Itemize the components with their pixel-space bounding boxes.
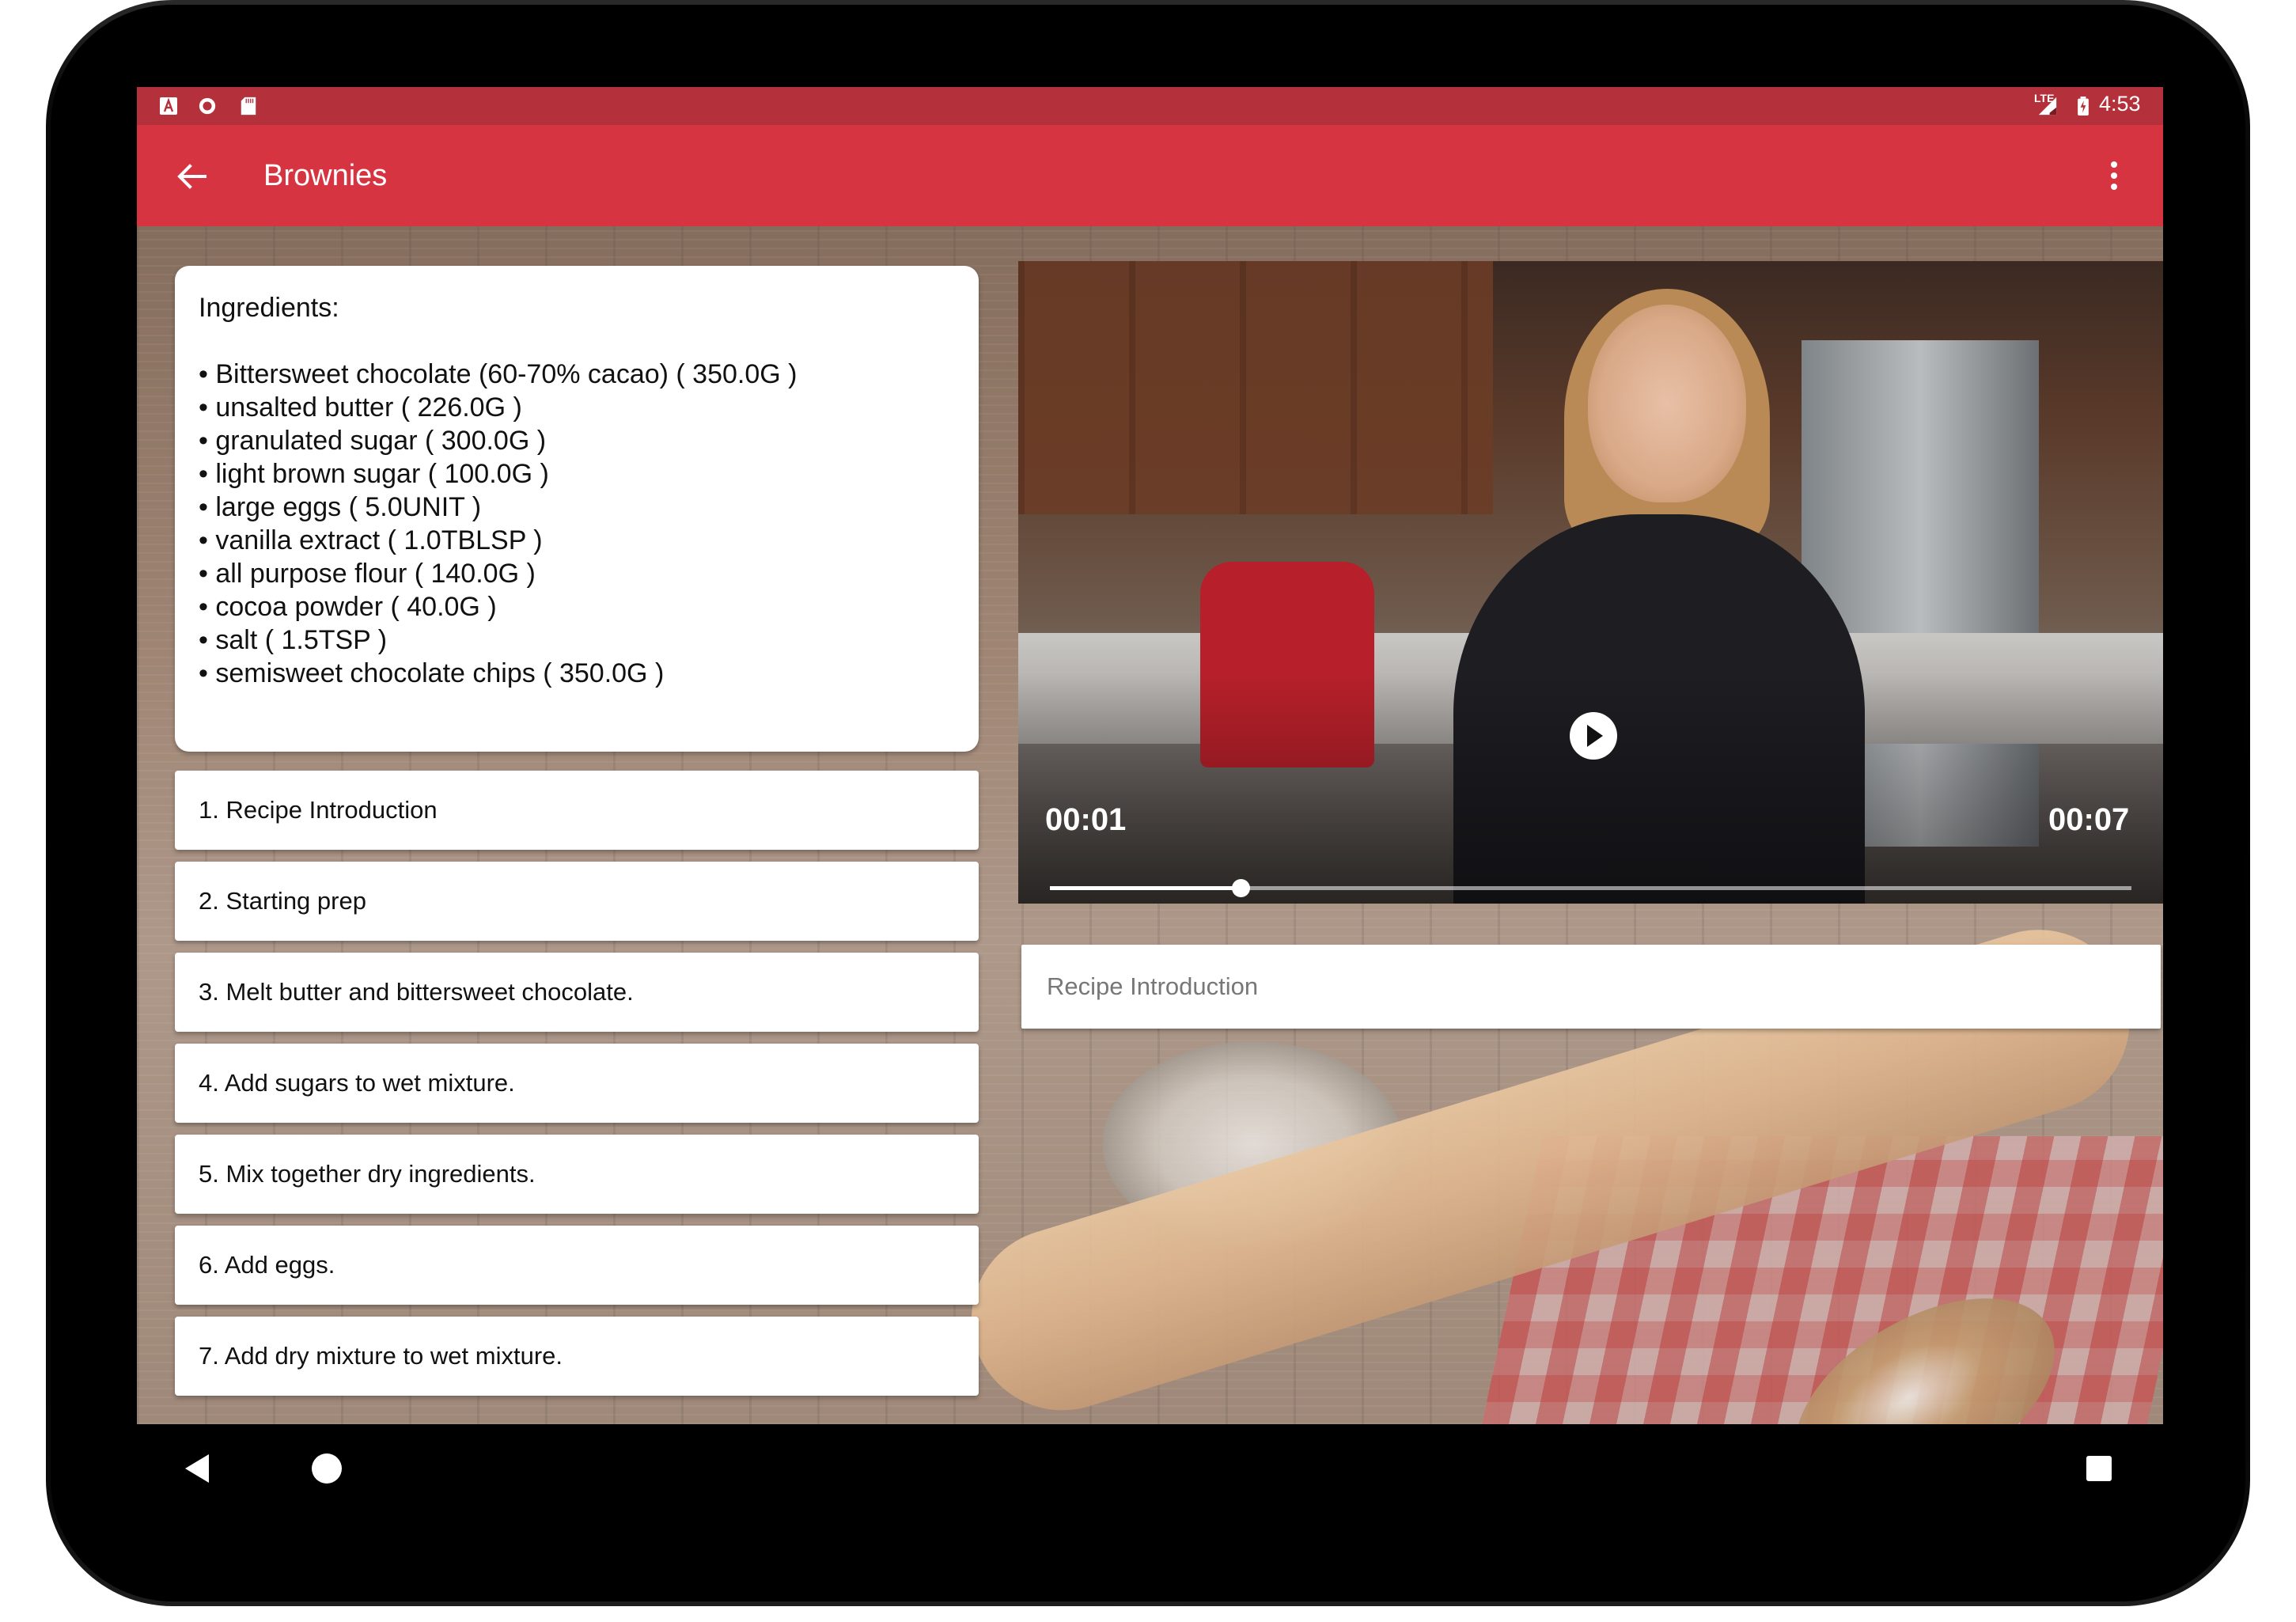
step-item-2[interactable]: 2. Starting prep bbox=[175, 862, 979, 941]
step-item-5[interactable]: 5. Mix together dry ingredients. bbox=[175, 1135, 979, 1214]
video-player[interactable]: 00:01 00:07 bbox=[1018, 261, 2163, 904]
step-item-4[interactable]: 4. Add sugars to wet mixture. bbox=[175, 1044, 979, 1123]
ingredient-item: • large eggs ( 5.0UNIT ) bbox=[199, 492, 482, 522]
nav-back-icon[interactable] bbox=[184, 1453, 210, 1484]
step-item-6[interactable]: 6. Add eggs. bbox=[175, 1226, 979, 1305]
step-item-7[interactable]: 7. Add dry mixture to wet mixture. bbox=[175, 1317, 979, 1396]
step-description: Recipe Introduction bbox=[1047, 972, 1259, 1000]
step-label: 5. Mix together dry ingredients. bbox=[199, 1160, 536, 1188]
video-controls-scrim bbox=[1018, 673, 2163, 904]
ingredient-item: • vanilla extract ( 1.0TBLSP ) bbox=[199, 525, 543, 555]
ingredient-item: • Bittersweet chocolate (60-70% cacao) (… bbox=[199, 359, 798, 389]
nav-home-icon[interactable] bbox=[312, 1453, 342, 1484]
status-time: 4:53 bbox=[2099, 92, 2141, 116]
ingredient-item: • salt ( 1.5TSP ) bbox=[199, 625, 388, 655]
seek-bar[interactable] bbox=[1050, 879, 2131, 897]
step-label: 3. Melt butter and bittersweet chocolate… bbox=[199, 978, 634, 1006]
more-vert-icon[interactable] bbox=[2110, 161, 2118, 190]
video-frame-presenter-face bbox=[1588, 305, 1746, 502]
ingredient-item: • light brown sugar ( 100.0G ) bbox=[199, 459, 549, 489]
step-item-3[interactable]: 3. Melt butter and bittersweet chocolate… bbox=[175, 953, 979, 1032]
screen: LTE 4:53 Brownies Ingredients: • Bitters… bbox=[137, 87, 2163, 1424]
app-bar: Brownies bbox=[137, 125, 2163, 226]
ingredients-card: Ingredients: • Bittersweet chocolate (60… bbox=[175, 266, 979, 752]
ingredients-heading: Ingredients: bbox=[199, 293, 339, 323]
current-time: 00:01 bbox=[1045, 802, 1127, 837]
ingredient-item: • semisweet chocolate chips ( 350.0G ) bbox=[199, 658, 665, 688]
ingredient-item: • cocoa powder ( 40.0G ) bbox=[199, 592, 497, 622]
total-time: 00:07 bbox=[2048, 802, 2130, 837]
ingredient-item: • all purpose flour ( 140.0G ) bbox=[199, 559, 536, 589]
step-label: 6. Add eggs. bbox=[199, 1251, 335, 1279]
record-icon bbox=[199, 97, 216, 115]
ingredient-item: • granulated sugar ( 300.0G ) bbox=[199, 426, 547, 456]
page-title: Brownies bbox=[263, 159, 388, 192]
status-bar: LTE 4:53 bbox=[137, 87, 2163, 125]
play-icon bbox=[1587, 725, 1603, 747]
step-label: 4. Add sugars to wet mixture. bbox=[199, 1069, 515, 1097]
seek-bar-thumb[interactable] bbox=[1232, 879, 1250, 897]
step-label: 7. Add dry mixture to wet mixture. bbox=[199, 1342, 563, 1370]
arrow-back-icon[interactable] bbox=[176, 163, 206, 190]
nav-recents-icon[interactable] bbox=[2086, 1456, 2112, 1481]
app-a-icon bbox=[160, 97, 177, 115]
signal-icon bbox=[2038, 97, 2057, 116]
step-label: 2. Starting prep bbox=[199, 887, 366, 915]
step-item-1[interactable]: 1. Recipe Introduction bbox=[175, 771, 979, 850]
step-description-card: Recipe Introduction bbox=[1021, 945, 2161, 1029]
play-button[interactable] bbox=[1570, 712, 1617, 760]
step-label: 1. Recipe Introduction bbox=[199, 796, 438, 824]
video-frame-cabinets bbox=[1018, 261, 1493, 514]
seek-bar-progress bbox=[1050, 886, 1241, 890]
sd-card-icon bbox=[241, 97, 256, 116]
battery-charging-icon bbox=[2078, 97, 2089, 116]
ingredient-item: • unsalted butter ( 226.0G ) bbox=[199, 392, 522, 423]
